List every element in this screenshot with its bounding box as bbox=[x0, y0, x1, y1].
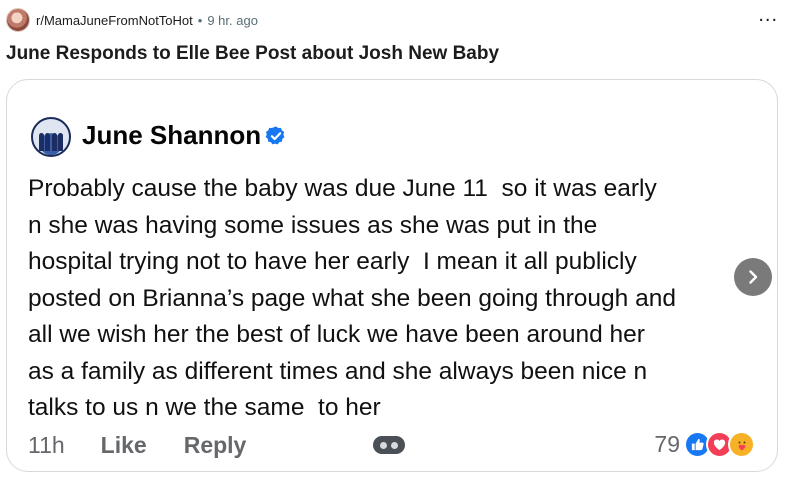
comment-timestamp[interactable]: 11h bbox=[28, 432, 65, 459]
care-icon bbox=[728, 430, 755, 458]
next-image-button[interactable] bbox=[734, 258, 772, 296]
post-title[interactable]: June Responds to Elle Bee Post about Jos… bbox=[6, 43, 499, 65]
post-timestamp: 9 hr. ago bbox=[207, 12, 258, 28]
separator-dot: • bbox=[197, 12, 203, 28]
verified-badge-icon bbox=[265, 126, 285, 145]
post-header: r/MamaJuneFromNotToHot • 9 hr. ago bbox=[6, 8, 258, 32]
subreddit-avatar[interactable] bbox=[6, 8, 30, 32]
commenter-avatar[interactable] bbox=[31, 117, 71, 157]
comment-actions: 11h Like Reply bbox=[28, 430, 246, 460]
reaction-count: 79 bbox=[654, 430, 680, 457]
comment-author-name[interactable]: June Shannon bbox=[82, 120, 261, 151]
chevron-right-icon bbox=[749, 270, 758, 284]
gallery-indicator-icon bbox=[373, 436, 405, 454]
like-button[interactable]: Like bbox=[101, 432, 147, 459]
more-options-button[interactable]: ... bbox=[758, 5, 778, 25]
embedded-comment-screenshot: June Shannon Probably cause the baby was… bbox=[6, 79, 778, 472]
reaction-summary[interactable]: 79 bbox=[654, 428, 755, 460]
subreddit-name[interactable]: r/MamaJuneFromNotToHot bbox=[36, 13, 193, 28]
reply-button[interactable]: Reply bbox=[184, 432, 247, 459]
comment-text: Probably cause the baby was due June 11 … bbox=[28, 175, 676, 421]
